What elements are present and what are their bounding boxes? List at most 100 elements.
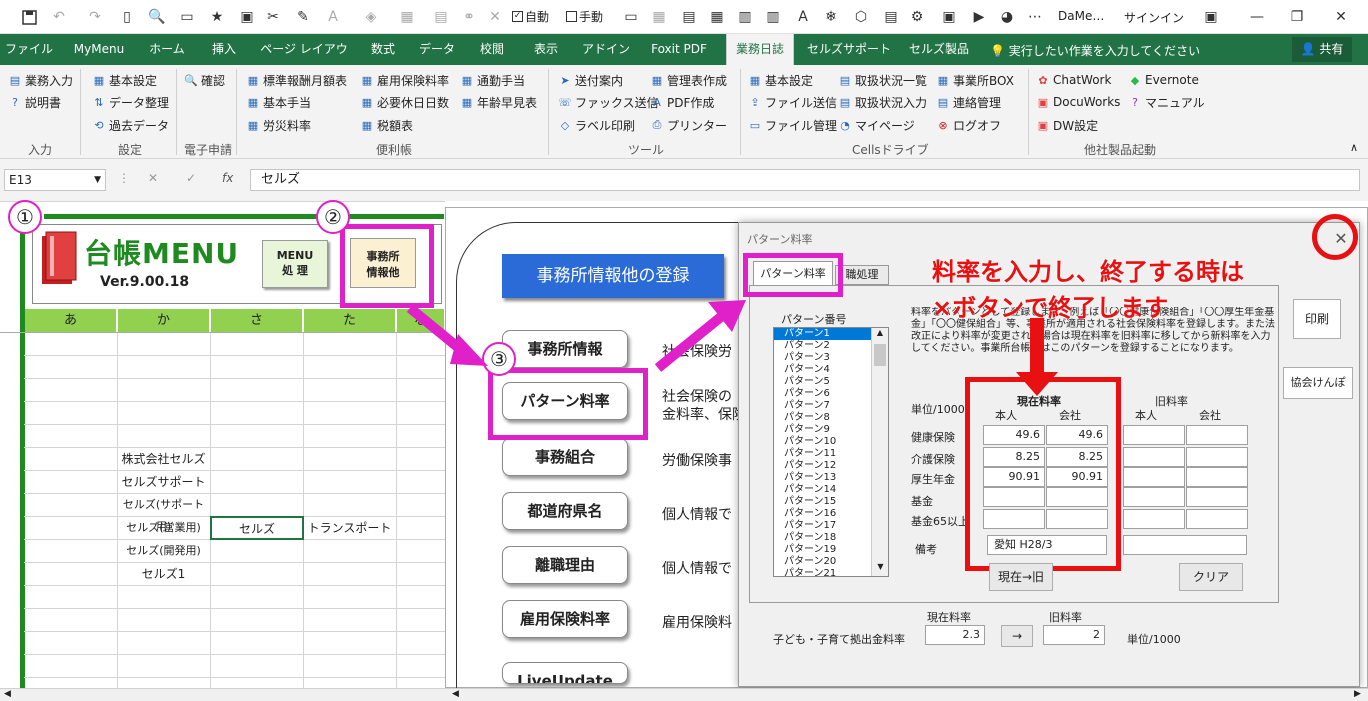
pension-old-company-field[interactable]: [1186, 467, 1248, 487]
ribbon-file-send[interactable]: ⇪ ファイル送信: [748, 92, 837, 112]
ribbon-mypage[interactable]: ◔ マイページ: [838, 115, 915, 135]
ribbon-fax-send[interactable]: ☏ ファックス送信: [558, 92, 659, 112]
calc-icon[interactable]: ▦: [706, 6, 728, 28]
prefecture-button[interactable]: 都道府県名: [502, 492, 628, 530]
open-folder-icon[interactable]: ▭: [176, 6, 198, 28]
care-old-company-field[interactable]: [1186, 447, 1248, 467]
snowflake-icon[interactable]: ❄: [820, 6, 842, 28]
care-old-person-field[interactable]: [1123, 447, 1185, 467]
tab-cells-products[interactable]: セルズ製品: [902, 34, 976, 65]
ribbon-file-management[interactable]: ▭ ファイル管理: [748, 115, 837, 135]
cell-cells-dev[interactable]: セルズ(開発用): [117, 540, 210, 562]
restore-icon[interactable]: ❐: [1286, 6, 1308, 28]
scroll-right-icon[interactable]: ▶: [1354, 689, 1361, 699]
tab-view[interactable]: 表示: [524, 34, 568, 65]
ribbon-pdf-create[interactable]: A PDF作成: [650, 92, 714, 112]
child-current-field[interactable]: 2.3: [925, 625, 985, 645]
gear-icon[interactable]: ⚙: [906, 6, 928, 28]
ribbon-contact-management[interactable]: ▤ 連絡管理: [936, 92, 1001, 112]
print-preview-icon[interactable]: 🔍: [146, 6, 168, 28]
scroll-up-icon[interactable]: ▲: [872, 328, 888, 342]
play-icon[interactable]: ▶: [968, 6, 990, 28]
save-icon[interactable]: [18, 6, 40, 28]
ribbon-office-box[interactable]: ▦ 事業所BOX: [936, 70, 1014, 90]
ribbon-employment-ins-rate[interactable]: ▦ 雇用保険料率: [360, 70, 449, 90]
ribbon-age-chart[interactable]: ▦ 年齢早見表: [460, 92, 537, 112]
cell-transport[interactable]: トランスポート: [303, 517, 396, 539]
star-icon[interactable]: ★: [206, 6, 228, 28]
manual-checkbox[interactable]: 手動: [566, 8, 603, 25]
camera-icon[interactable]: ▣: [938, 6, 960, 28]
separation-reason-button[interactable]: 離職理由: [502, 546, 628, 584]
scroll-down-icon[interactable]: ▼: [872, 562, 889, 576]
clear-button[interactable]: クリア: [1179, 563, 1243, 591]
undo-icon[interactable]: ↶: [48, 6, 70, 28]
horizontal-scrollbar[interactable]: ◀ ◀ ▶: [0, 688, 1368, 701]
scroll-left-icon[interactable]: ◀: [4, 689, 11, 699]
ribbon-confirm[interactable]: 🔍 確認: [184, 70, 225, 90]
tab-data[interactable]: データ: [414, 34, 460, 65]
ribbon-status-input[interactable]: ▤ 取扱状況入力: [838, 92, 927, 112]
ribbon-workers-comp-rate[interactable]: ▦ 労災料率: [246, 115, 311, 135]
name-box[interactable]: E13 ▼: [4, 169, 106, 191]
column-header-ta[interactable]: た: [304, 309, 396, 333]
office-info-button[interactable]: 事務所情報: [502, 330, 628, 368]
ribbon-options-icon[interactable]: ▣: [1200, 6, 1222, 28]
new-file-icon[interactable]: ▯: [116, 6, 138, 28]
column-header-a[interactable]: あ: [25, 309, 117, 333]
ribbon-data-cleanup[interactable]: ⇅ データ整理: [92, 92, 169, 112]
ribbon-gyomu-input[interactable]: ▤ 業務入力: [8, 70, 73, 90]
old-note-field[interactable]: [1123, 535, 1247, 555]
filter-icon[interactable]: ▤: [880, 6, 902, 28]
tab-gyomu-nisshi[interactable]: 業務日誌: [726, 34, 794, 65]
tab-formulas[interactable]: 数式: [364, 34, 402, 65]
tab-page-layout[interactable]: ページ レイアウト: [256, 34, 352, 87]
menu-process-button[interactable]: MENU 処 理: [262, 240, 328, 288]
ribbon-manual[interactable]: ? 説明書: [8, 92, 61, 112]
freeze-icon[interactable]: ▤: [678, 6, 700, 28]
health-old-person-field[interactable]: [1123, 425, 1185, 445]
more-icon[interactable]: ⋯: [1024, 6, 1046, 28]
fill-color-icon[interactable]: ◈: [360, 6, 382, 28]
window-close-icon[interactable]: ✕: [1330, 6, 1352, 28]
cell-cells-support[interactable]: セルズサポート: [117, 471, 210, 493]
labor-union-button[interactable]: 事務組合: [502, 438, 628, 476]
ribbon-basic-allowance[interactable]: ▦ 基本手当: [246, 92, 311, 112]
collapse-ribbon-icon[interactable]: ∧: [1350, 141, 1358, 154]
globe-icon[interactable]: ◕: [996, 6, 1018, 28]
tab-home[interactable]: ホーム: [142, 34, 192, 65]
border-icon[interactable]: ▦: [396, 6, 418, 28]
shape-icon[interactable]: ⬡: [850, 6, 872, 28]
fund-old-company-field[interactable]: [1186, 487, 1248, 507]
ribbon-management-table[interactable]: ▦ 管理表作成: [650, 70, 727, 90]
child-move-button[interactable]: →: [1001, 625, 1033, 647]
move-to-old-button[interactable]: 現在→旧: [989, 563, 1053, 591]
listbox-scrollbar[interactable]: ▲ ▼: [871, 328, 888, 576]
ribbon-docuworks[interactable]: ▣ DocuWorks: [1036, 92, 1121, 112]
employment-ins-rate-button[interactable]: 雇用保険料率: [502, 600, 628, 638]
ribbon-standard-pay-table[interactable]: ▦ 標準報酬月額表: [246, 70, 347, 90]
redo-icon[interactable]: ↷: [84, 6, 106, 28]
share-button[interactable]: 👤 共有: [1292, 37, 1352, 62]
child-old-field[interactable]: 2: [1043, 625, 1105, 645]
autosave-checkbox[interactable]: ✓ 自動: [512, 8, 549, 25]
print-button[interactable]: 印刷: [1293, 299, 1341, 339]
fund-old-person-field[interactable]: [1123, 487, 1185, 507]
formula-input[interactable]: セルズ: [250, 169, 1360, 191]
image-icon[interactable]: ▣: [236, 6, 258, 28]
ribbon-required-holidays[interactable]: ▦ 必要休日日数: [360, 92, 449, 112]
unlink-icon[interactable]: ✕: [484, 6, 506, 28]
tab-insert[interactable]: 挿入: [204, 34, 244, 65]
cell-cells-support-use[interactable]: セルズ(サポート用): [117, 494, 210, 533]
scroll-left-icon[interactable]: ◀: [452, 689, 459, 699]
tab-retirement[interactable]: 職処理: [835, 265, 889, 285]
ribbon-manual-link[interactable]: ? マニュアル: [1128, 92, 1205, 112]
scroll-thumb[interactable]: [874, 344, 886, 366]
cut-icon[interactable]: ✂: [262, 6, 284, 28]
ribbon-past-data[interactable]: ⟲ 過去データ: [92, 115, 169, 135]
signin-link[interactable]: サインイン: [1124, 9, 1184, 26]
cancel-icon[interactable]: ✕: [148, 171, 158, 185]
column-header-sa[interactable]: さ: [211, 309, 303, 333]
pension-old-person-field[interactable]: [1123, 467, 1185, 487]
ribbon-printer[interactable]: ⎙ プリンター: [650, 115, 727, 135]
